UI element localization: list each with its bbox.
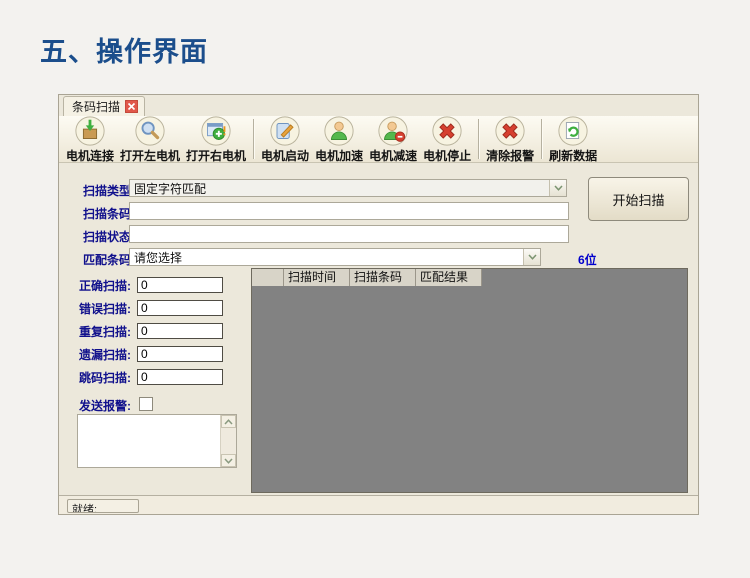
app-window: 条码扫描 电机连接 打开左电机 打开右电机 电机启动 电机加速 <box>58 94 699 515</box>
toolbar-button-label: 打开左电机 <box>120 150 180 163</box>
correct-scan-label: 正确扫描: <box>79 277 137 294</box>
table-header-scan-barcode[interactable]: 扫描条码 <box>350 269 416 286</box>
counter-row: 正确扫描: <box>79 276 223 294</box>
toolbar-separator <box>478 119 479 159</box>
open-left-motor-icon <box>134 115 166 150</box>
motor-start-button[interactable]: 电机启动 <box>258 114 312 165</box>
toolbar-button-label: 清除报警 <box>486 150 534 163</box>
scan-type-combobox[interactable]: 固定字符匹配 <box>129 179 567 197</box>
start-scan-button[interactable]: 开始扫描 <box>588 177 689 221</box>
chevron-down-icon[interactable] <box>523 249 540 265</box>
status-bar: 就绪: <box>59 495 698 514</box>
motor-accelerate-icon <box>323 115 355 150</box>
toolbar-button-label: 电机连接 <box>66 150 114 163</box>
missed-scan-label: 遗漏扫描: <box>79 346 137 363</box>
scroll-down-icon[interactable] <box>221 454 236 467</box>
chevron-down-icon[interactable] <box>549 180 566 196</box>
motor-start-icon <box>269 115 301 150</box>
open-right-motor-button[interactable]: 打开右电机 <box>183 114 249 165</box>
motor-decelerate-button[interactable]: 电机减速 <box>366 114 420 165</box>
missed-scan-input[interactable] <box>137 346 223 362</box>
counter-row: 错误扫描: <box>79 299 223 317</box>
repeat-scan-label: 重复扫描: <box>79 323 137 340</box>
page-title: 五、操作界面 <box>40 30 208 69</box>
toolbar-button-label: 打开右电机 <box>186 150 246 163</box>
counter-row: 跳码扫描: <box>79 368 223 386</box>
toolbar-button-label: 电机加速 <box>315 150 363 163</box>
table-header-scan-time[interactable]: 扫描时间 <box>284 269 350 286</box>
scan-type-label: 扫描类型: <box>83 182 135 199</box>
toolbar: 电机连接 打开左电机 打开右电机 电机启动 电机加速 电机减速 电机停止 <box>59 116 698 163</box>
scan-type-value: 固定字符匹配 <box>130 180 549 197</box>
open-left-motor-button[interactable]: 打开左电机 <box>117 114 183 165</box>
skip-code-scan-input[interactable] <box>137 369 223 385</box>
scrollbar[interactable] <box>220 415 236 467</box>
close-icon[interactable] <box>125 100 138 113</box>
toolbar-button-label: 电机减速 <box>369 150 417 163</box>
motor-stop-icon <box>431 115 463 150</box>
refresh-data-icon <box>557 115 589 150</box>
scan-counters: 正确扫描: 错误扫描: 重复扫描: 遗漏扫描: 跳码扫描: <box>79 276 223 391</box>
motor-connect-icon <box>74 115 106 150</box>
toolbar-separator <box>541 119 542 159</box>
motor-connect-button[interactable]: 电机连接 <box>63 114 117 165</box>
alarm-message-textarea[interactable] <box>78 415 220 467</box>
error-scan-label: 错误扫描: <box>79 300 137 317</box>
toolbar-button-label: 电机停止 <box>423 150 471 163</box>
match-barcode-label: 匹配条码: <box>83 251 135 268</box>
scan-results-table[interactable]: 扫描时间 扫描条码 匹配结果 <box>251 268 688 493</box>
status-text: 就绪: <box>67 499 139 513</box>
toolbar-button-label: 刷新数据 <box>549 150 597 163</box>
motor-stop-button[interactable]: 电机停止 <box>420 114 474 165</box>
counter-row: 遗漏扫描: <box>79 345 223 363</box>
scroll-up-icon[interactable] <box>221 415 236 428</box>
table-header-blank[interactable] <box>252 269 284 286</box>
match-barcode-combobox[interactable]: 请您选择 <box>129 248 541 266</box>
match-barcode-value: 请您选择 <box>130 249 523 266</box>
counter-row: 重复扫描: <box>79 322 223 340</box>
send-alarm-checkbox[interactable] <box>139 397 153 411</box>
scan-status-label: 扫描状态: <box>83 228 135 245</box>
clear-alarm-button[interactable]: 清除报警 <box>483 114 537 165</box>
open-right-motor-icon <box>200 115 232 150</box>
scan-status-input[interactable] <box>129 225 569 243</box>
table-header-row: 扫描时间 扫描条码 匹配结果 <box>252 269 687 286</box>
toolbar-button-label: 电机启动 <box>261 150 309 163</box>
skip-code-scan-label: 跳码扫描: <box>79 369 137 386</box>
correct-scan-input[interactable] <box>137 277 223 293</box>
error-scan-input[interactable] <box>137 300 223 316</box>
table-header-match-result[interactable]: 匹配结果 <box>416 269 482 286</box>
clear-alarm-icon <box>494 115 526 150</box>
scan-barcode-input[interactable] <box>129 202 569 220</box>
digit-count-label: 6位 <box>578 251 597 268</box>
repeat-scan-input[interactable] <box>137 323 223 339</box>
alarm-message-box <box>77 414 237 468</box>
tab-label: 条码扫描 <box>72 98 120 115</box>
refresh-data-button[interactable]: 刷新数据 <box>546 114 600 165</box>
motor-decelerate-icon <box>377 115 409 150</box>
motor-accelerate-button[interactable]: 电机加速 <box>312 114 366 165</box>
toolbar-separator <box>253 119 254 159</box>
scan-barcode-label: 扫描条码: <box>83 205 135 222</box>
send-alarm-label: 发送报警: <box>79 397 131 414</box>
